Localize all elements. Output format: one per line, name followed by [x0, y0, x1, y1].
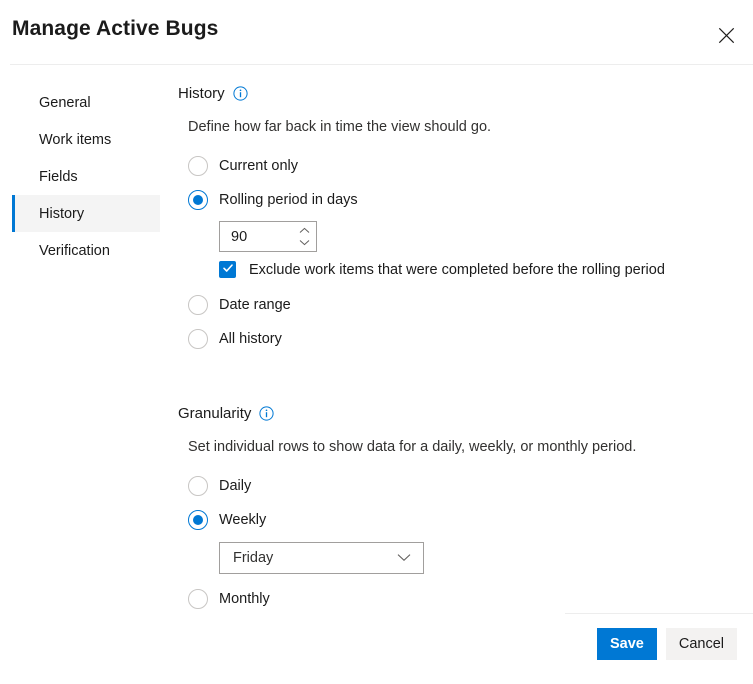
checkmark-icon [222, 261, 234, 279]
exclude-completed-checkbox[interactable]: Exclude work items that were completed b… [219, 261, 738, 278]
radio-weekly[interactable]: Weekly [188, 503, 738, 537]
sidebar-item-fields[interactable]: Fields [12, 158, 160, 195]
radio-rolling-period[interactable]: Rolling period in days [188, 183, 738, 217]
sidebar-item-label: Verification [39, 243, 110, 259]
radio-label: Rolling period in days [219, 192, 358, 208]
checkbox-indicator [219, 261, 236, 278]
weekday-select-value: Friday [233, 550, 273, 566]
sidebar-nav: General Work items Fields History Verifi… [12, 84, 160, 269]
sidebar-item-work-items[interactable]: Work items [12, 121, 160, 158]
info-icon[interactable] [259, 406, 274, 421]
chevron-down-icon [397, 549, 411, 567]
radio-label: Daily [219, 478, 251, 494]
history-description: Define how far back in time the view sho… [188, 119, 738, 135]
sidebar-item-general[interactable]: General [12, 84, 160, 121]
footer-divider [565, 613, 753, 614]
sidebar-item-label: General [39, 95, 91, 111]
history-heading: History [178, 85, 225, 102]
sidebar-item-label: Fields [39, 169, 78, 185]
radio-current-only[interactable]: Current only [188, 149, 738, 183]
rolling-days-input[interactable] [220, 222, 292, 251]
sidebar-item-label: History [39, 206, 84, 222]
radio-indicator [188, 156, 208, 176]
stepper-arrows [292, 222, 316, 251]
granularity-heading: Granularity [178, 405, 251, 422]
radio-indicator [188, 589, 208, 609]
checkbox-label: Exclude work items that were completed b… [249, 262, 665, 278]
radio-daily[interactable]: Daily [188, 469, 738, 503]
granularity-options: Daily Weekly Friday Monthly [188, 469, 738, 616]
radio-indicator [188, 295, 208, 315]
sidebar-item-history[interactable]: History [12, 195, 160, 232]
dialog-footer: Save Cancel [597, 628, 737, 660]
radio-label: Current only [219, 158, 298, 174]
granularity-section-header: Granularity [178, 402, 738, 424]
history-options: Current only Rolling period in days [188, 149, 738, 356]
radio-all-history[interactable]: All history [188, 322, 738, 356]
info-icon[interactable] [233, 86, 248, 101]
radio-indicator [188, 476, 208, 496]
granularity-section: Granularity Set individual rows to show … [178, 402, 738, 616]
radio-indicator-selected [188, 510, 208, 530]
history-section-header: History [178, 82, 738, 104]
cancel-button[interactable]: Cancel [666, 628, 737, 660]
close-icon [718, 27, 735, 44]
radio-monthly[interactable]: Monthly [188, 582, 738, 616]
radio-label: Date range [219, 297, 291, 313]
page-title: Manage Active Bugs [12, 17, 218, 41]
radio-indicator-selected [188, 190, 208, 210]
granularity-description: Set individual rows to show data for a d… [188, 439, 738, 455]
radio-label: Monthly [219, 591, 270, 607]
dialog-header: Manage Active Bugs [0, 0, 753, 64]
radio-indicator [188, 329, 208, 349]
save-button[interactable]: Save [597, 628, 657, 660]
sidebar-item-label: Work items [39, 132, 111, 148]
radio-label: Weekly [219, 512, 266, 528]
header-divider [10, 64, 753, 65]
close-button[interactable] [705, 14, 747, 56]
settings-panel: History Define how far back in time the … [178, 82, 738, 616]
weekday-select[interactable]: Friday [219, 542, 424, 574]
rolling-days-stepper[interactable] [219, 221, 317, 252]
chevron-down-icon[interactable] [296, 238, 312, 247]
chevron-up-icon[interactable] [296, 226, 312, 235]
radio-label: All history [219, 331, 282, 347]
radio-date-range[interactable]: Date range [188, 288, 738, 322]
sidebar-item-verification[interactable]: Verification [12, 232, 160, 269]
